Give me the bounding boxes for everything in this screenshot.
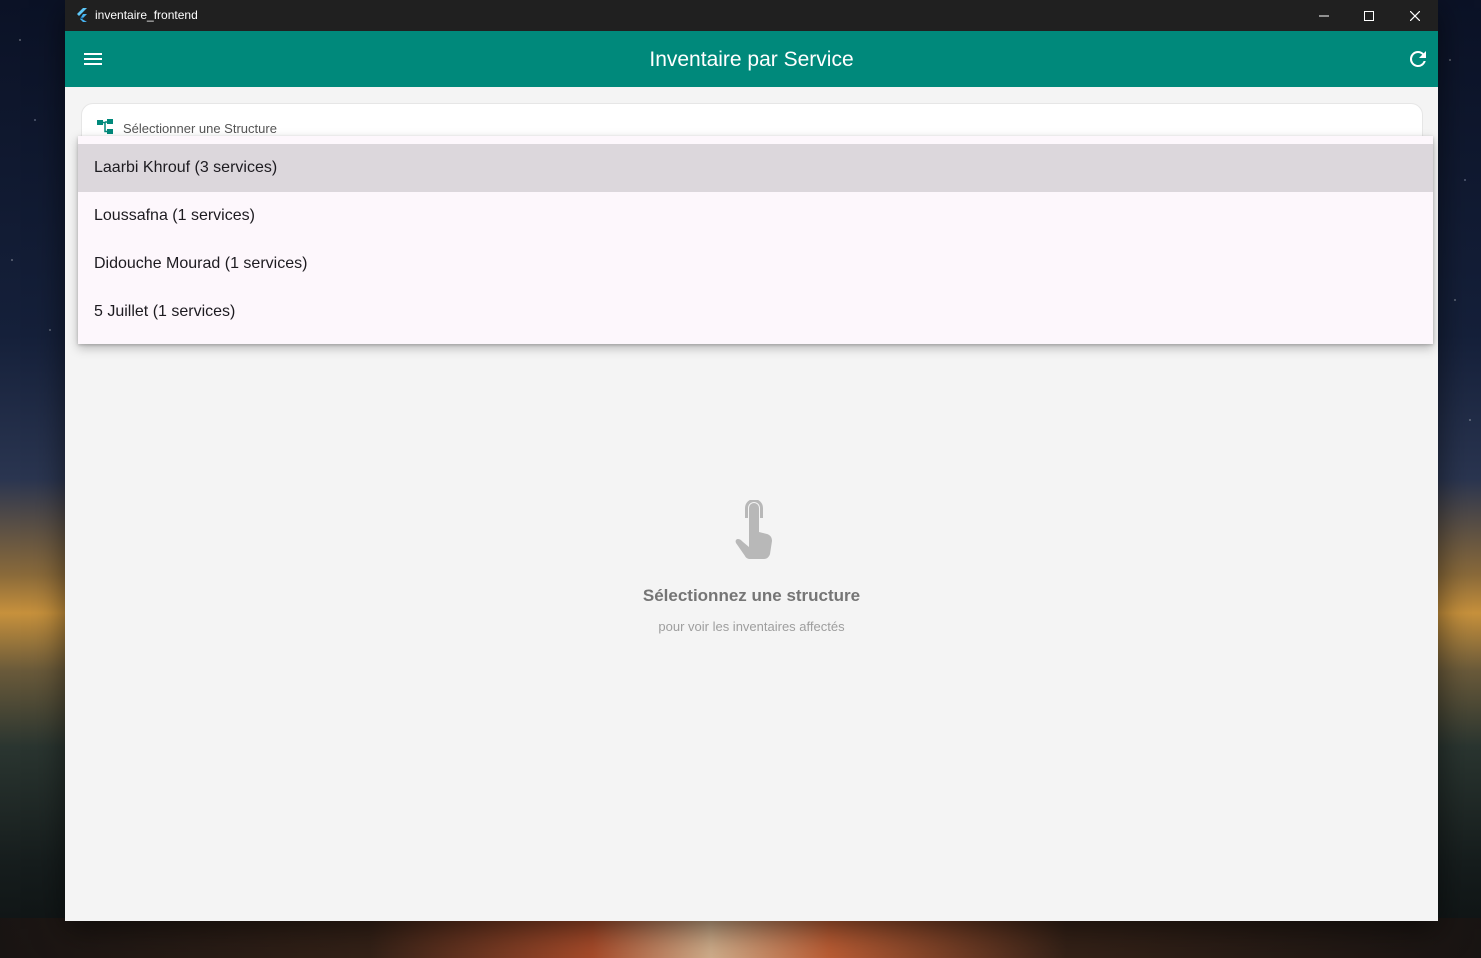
account-tree-icon (97, 119, 113, 134)
close-icon (1410, 10, 1420, 21)
app-window: inventaire_frontend Inventaire par Servi… (65, 0, 1438, 921)
page-title: Inventaire par Service (649, 48, 854, 71)
dropdown-option-didouche-mourad[interactable]: Didouche Mourad (1 services) (78, 240, 1433, 288)
dropdown-option-loussafna[interactable]: Loussafna (1 services) (78, 192, 1433, 240)
title-bar[interactable]: inventaire_frontend (65, 0, 1438, 31)
minimize-button[interactable] (1301, 0, 1347, 31)
structure-dropdown-menu: Laarbi Khrouf (3 services) Loussafna (1 … (78, 136, 1433, 344)
dropdown-option-5-juillet[interactable]: 5 Juillet (1 services) (78, 288, 1433, 336)
app-bar: Inventaire par Service (65, 31, 1438, 87)
selector-label: Sélectionner une Structure (123, 121, 277, 136)
empty-state-subtext: pour voir les inventaires affectés (658, 619, 845, 634)
touch-app-icon (735, 500, 772, 559)
empty-state: Sélectionnez une structure pour voir les… (65, 500, 1438, 634)
close-button[interactable] (1392, 0, 1438, 31)
wallpaper-road (0, 918, 1481, 958)
minimize-icon (1319, 15, 1329, 16)
refresh-icon[interactable] (1406, 47, 1430, 71)
maximize-icon (1364, 10, 1374, 21)
empty-state-heading: Sélectionnez une structure (642, 586, 861, 605)
dropdown-option-laarbi-khrouf[interactable]: Laarbi Khrouf (3 services) (78, 144, 1433, 192)
window-title: inventaire_frontend (95, 8, 198, 22)
maximize-button[interactable] (1346, 0, 1392, 31)
flutter-icon (77, 8, 87, 22)
